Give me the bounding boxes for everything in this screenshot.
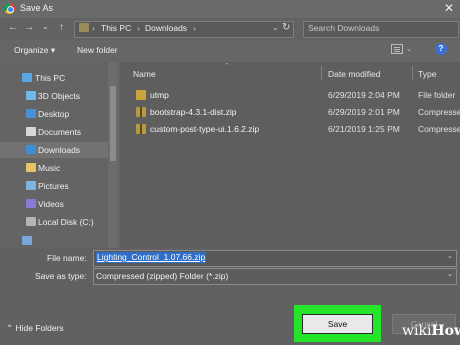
file-name-dropdown-icon[interactable]: ⌄	[447, 252, 453, 260]
save-type-value[interactable]: Compressed (zipped) Folder (*.zip)	[96, 271, 228, 281]
video-icon	[26, 199, 36, 208]
save-type-dropdown-icon[interactable]: ⌄	[447, 270, 453, 278]
nav-item-label: Pictures	[38, 181, 69, 191]
watermark-prefix: wiki	[402, 323, 432, 339]
column-header-date[interactable]: Date modified	[328, 69, 380, 79]
nav-item-network[interactable]	[0, 234, 108, 248]
refresh-icon[interactable]: ↻	[282, 22, 290, 33]
file-date: 6/21/2019 1:25 PM	[328, 124, 400, 134]
computer-icon	[22, 73, 32, 82]
nav-item-desktop[interactable]: Desktop	[0, 106, 108, 122]
file-row[interactable]: bootstrap-4.3.1-dist.zip 6/29/2019 2:01 …	[130, 104, 460, 121]
breadcrumb-separator: ›	[193, 23, 196, 33]
nav-item-downloads[interactable]: Downloads	[0, 142, 108, 158]
nav-scrollbar-thumb[interactable]	[110, 86, 116, 161]
recent-locations-button[interactable]: ⌄	[42, 22, 49, 31]
nav-item-label: Documents	[38, 127, 81, 137]
organize-button[interactable]: Organize ▾	[14, 45, 55, 56]
nav-item-local-disk[interactable]: Local Disk (C:)	[0, 214, 108, 230]
cube-icon	[26, 91, 36, 100]
view-caret-icon[interactable]: ⌄	[406, 45, 412, 53]
hide-folders-button[interactable]: ⌃ Hide Folders	[6, 323, 64, 334]
nav-item-label: Downloads	[38, 145, 81, 155]
nav-item-videos[interactable]: Videos	[0, 196, 108, 212]
sort-indicator-icon: ⌃	[224, 63, 230, 70]
nav-item-3d-objects[interactable]: 3D Objects	[0, 88, 108, 104]
chrome-icon	[4, 3, 15, 14]
nav-item-label: This PC	[35, 73, 66, 83]
breadcrumb-downloads[interactable]: Downloads	[145, 23, 187, 33]
wikihow-watermark: wikiHow	[402, 323, 460, 339]
nav-item-label: Videos	[38, 199, 64, 209]
file-type: File folder	[418, 90, 456, 100]
search-placeholder: Search Downloads	[308, 23, 380, 33]
disk-icon	[26, 217, 36, 226]
save-button[interactable]: Save	[302, 314, 373, 334]
network-icon	[22, 236, 32, 245]
file-name: custom-post-type-ui.1.6.2.zip	[150, 124, 260, 134]
folder-icon	[79, 23, 89, 32]
view-options-icon[interactable]	[391, 44, 403, 54]
watermark-suffix: How	[431, 323, 460, 339]
column-divider[interactable]	[321, 66, 322, 80]
picture-icon	[26, 181, 36, 190]
nav-item-this-pc[interactable]: This PC	[0, 70, 108, 86]
music-icon	[26, 163, 36, 172]
nav-item-music[interactable]: Music	[0, 160, 108, 176]
column-header-type[interactable]: Type	[418, 69, 436, 79]
up-button[interactable]: ↑	[59, 22, 64, 33]
window-title: Save As	[20, 3, 54, 13]
new-folder-button[interactable]: New folder	[77, 45, 118, 55]
file-row[interactable]: utmp 6/29/2019 2:04 PM File folder	[130, 87, 460, 104]
file-date: 6/29/2019 2:04 PM	[328, 90, 400, 100]
column-header-name[interactable]: Name	[133, 69, 156, 79]
file-type: Compressed	[418, 124, 460, 134]
download-icon	[26, 145, 36, 154]
nav-item-documents[interactable]: Documents	[0, 124, 108, 140]
file-name: bootstrap-4.3.1-dist.zip	[150, 107, 237, 117]
nav-item-label: Desktop	[38, 109, 70, 119]
breadcrumb-separator: ›	[92, 23, 95, 33]
forward-button[interactable]: →	[24, 22, 34, 33]
file-type: Compressed	[418, 107, 460, 117]
help-icon[interactable]: ?	[435, 43, 447, 55]
close-button[interactable]: ✕	[444, 1, 454, 15]
column-divider[interactable]	[412, 66, 413, 80]
nav-item-label: 3D Objects	[38, 91, 81, 101]
save-type-label: Save as type:	[35, 271, 87, 281]
folder-icon	[136, 90, 146, 100]
breadcrumb-separator: ›	[137, 23, 140, 33]
breadcrumb-this-pc[interactable]: This PC	[101, 23, 131, 33]
back-button[interactable]: ←	[8, 22, 18, 33]
nav-item-pictures[interactable]: Pictures	[0, 178, 108, 194]
file-name: utmp	[150, 90, 169, 100]
file-row[interactable]: custom-post-type-ui.1.6.2.zip 6/21/2019 …	[130, 121, 460, 138]
file-name-value[interactable]: Lighting_Control_1.07.66.zip	[96, 252, 207, 263]
nav-item-label: Music	[38, 163, 61, 173]
title-bar	[0, 0, 460, 18]
file-name-label: File name:	[47, 253, 87, 263]
navigation-pane: This PC 3D Objects Desktop Documents Dow…	[0, 62, 120, 248]
address-dropdown-icon[interactable]: ⌄	[272, 23, 279, 32]
zip-icon	[136, 107, 146, 117]
nav-item-label: Local Disk (C:)	[38, 217, 94, 227]
file-date: 6/29/2019 2:01 PM	[328, 107, 400, 117]
desktop-icon	[26, 109, 36, 118]
zip-icon	[136, 124, 146, 134]
document-icon	[26, 127, 36, 136]
